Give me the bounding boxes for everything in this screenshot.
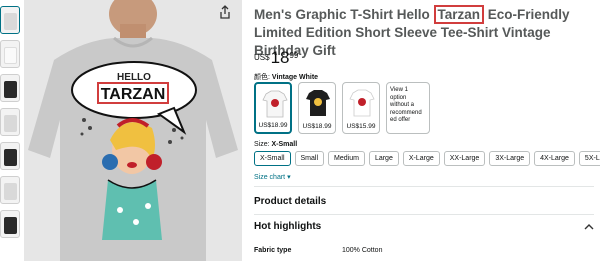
thumbnail[interactable]: [0, 40, 20, 68]
size-chart-link[interactable]: Size chart ▾: [254, 173, 291, 181]
price-cents: 99: [289, 51, 299, 60]
size-label: Size: X-Small: [254, 141, 297, 148]
size-options: X-Small Small Medium Large X-Large XX-La…: [254, 151, 600, 166]
price-currency: US$: [254, 53, 270, 62]
more-options-line: option: [390, 94, 407, 101]
price: US$ 18 99: [254, 49, 298, 67]
shirt-black-thumbnail: [306, 90, 330, 116]
size-option-5x-large[interactable]: 5X-Large: [578, 151, 600, 166]
shirt-white-thumbnail: [262, 90, 288, 118]
size-option-large[interactable]: Large: [368, 151, 399, 166]
size-label-value: X-Small: [271, 141, 298, 148]
size-option-xx-large[interactable]: XX-Large: [443, 151, 486, 166]
chevron-up-icon: [584, 224, 594, 230]
product-main-image[interactable]: HELLO TARZAN: [24, 0, 242, 261]
size-option-small[interactable]: Small: [294, 151, 325, 166]
fabric-type-key: Fabric type: [254, 247, 292, 254]
thumbnail[interactable]: [0, 108, 20, 136]
size-option-4x-large[interactable]: 4X-Large: [534, 151, 575, 166]
size-label-key: Size:: [254, 141, 270, 148]
color-label: 颜色: Vintage White: [254, 72, 318, 82]
share-icon[interactable]: [219, 5, 231, 19]
swatch-price: US$18.99: [258, 122, 288, 129]
swatch-white[interactable]: US$15.99: [342, 82, 380, 134]
product-title[interactable]: Men's Graphic T-Shirt Hello Tarzan Eco-F…: [254, 5, 594, 60]
swatch-black[interactable]: US$18.99: [298, 82, 336, 134]
thumbnail[interactable]: [0, 176, 20, 204]
size-option-medium[interactable]: Medium: [328, 151, 365, 166]
hot-highlights-toggle[interactable]: Hot highlights: [254, 221, 594, 232]
more-options-line: View 1: [390, 87, 408, 93]
thumbnail[interactable]: [0, 6, 20, 34]
color-label-key: 颜色:: [254, 74, 270, 81]
divider: [254, 186, 594, 187]
more-options-line: ed offer: [390, 117, 411, 123]
title-prefix: Men's Graphic T-Shirt Hello: [254, 7, 434, 22]
swatch-vintage-white[interactable]: US$18.99: [254, 82, 292, 134]
thumbnail[interactable]: [0, 74, 20, 102]
color-swatches: US$18.99 US$18.99 US$15.99 View 1 option…: [254, 82, 430, 134]
shirt-white-thumbnail: [349, 89, 375, 117]
thumbnail[interactable]: [0, 210, 20, 238]
size-option-x-small[interactable]: X-Small: [254, 151, 291, 166]
color-label-value: Vintage White: [271, 74, 319, 81]
more-options-line: recommend: [390, 109, 422, 116]
fabric-type-value: 100% Cotton: [342, 247, 383, 254]
swatch-price: US$18.99: [302, 123, 332, 130]
fabric-type-row: Fabric type 100% Cotton: [254, 247, 382, 254]
hero-hello-text: HELLO: [117, 72, 151, 83]
thumbnail[interactable]: [0, 142, 20, 170]
product-details-heading: Product details: [254, 196, 327, 207]
more-options-line: without a: [390, 102, 415, 108]
hero-tarzan-text: TARZAN: [101, 86, 166, 103]
thumbnail-strip: [0, 6, 22, 244]
swatch-more-options[interactable]: View 1 option without a recommend ed off…: [386, 82, 430, 134]
price-whole: 18: [270, 48, 290, 67]
hot-highlights-heading: Hot highlights: [254, 221, 322, 232]
divider: [254, 214, 594, 215]
size-option-x-large[interactable]: X-Large: [402, 151, 440, 166]
size-option-3x-large[interactable]: 3X-Large: [489, 151, 531, 166]
swatch-price: US$15.99: [346, 123, 376, 130]
title-highlight: Tarzan: [433, 5, 485, 24]
product-info-panel: Men's Graphic T-Shirt Hello Tarzan Eco-F…: [254, 0, 600, 261]
model-wearing-shirt-image: HELLO TARZAN: [24, 0, 242, 261]
